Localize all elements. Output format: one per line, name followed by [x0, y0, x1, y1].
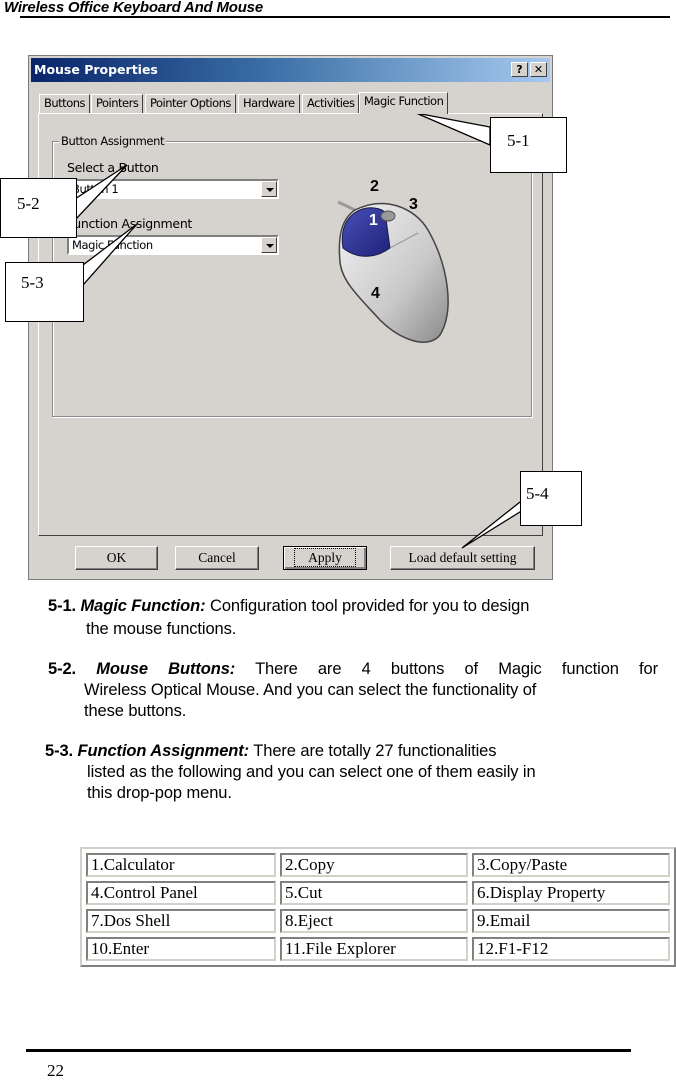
- mouse-button-number-3: 3: [409, 196, 418, 213]
- description-5-2: 5-2. Mouse Buttons: There are 4 buttons …: [48, 659, 663, 722]
- functions-table: 1.Calculator 2.Copy 3.Copy/Paste 4.Contr…: [80, 847, 676, 967]
- table-cell: 1.Calculator: [86, 853, 276, 877]
- document-header-title: Wireless Office Keyboard And Mouse: [4, 0, 263, 16]
- table-cell: 6.Display Property: [472, 881, 670, 905]
- desc-5-2-line2: Wireless Optical Mouse. And you can sele…: [84, 681, 537, 699]
- desc-5-2-term: Mouse Buttons:: [96, 660, 236, 678]
- callout-5-2: 5-2: [0, 178, 77, 238]
- header-rule: [20, 16, 670, 18]
- dialog-titlebar: Mouse Properties ? ✕: [31, 58, 550, 82]
- mouse-button-number-2: 2: [370, 178, 379, 195]
- callout-5-3: 5-3: [5, 262, 84, 322]
- desc-5-2-line3: these buttons.: [84, 702, 187, 720]
- mouse-scroll-wheel: [380, 210, 396, 222]
- desc-5-3-line2: listed as the following and you can sele…: [87, 763, 536, 781]
- table-row: 4.Control Panel 5.Cut 6.Display Property: [86, 881, 670, 905]
- chevron-down-icon[interactable]: [261, 181, 277, 197]
- table-cell: 10.Enter: [86, 937, 276, 961]
- mouse-button-number-4: 4: [371, 285, 380, 302]
- tab-activities[interactable]: Activities: [302, 94, 360, 113]
- table-cell: 9.Email: [472, 909, 670, 933]
- table-cell: 4.Control Panel: [86, 881, 276, 905]
- table-cell: 11.File Explorer: [280, 937, 468, 961]
- desc-5-1-term: Magic Function:: [80, 597, 206, 615]
- apply-button[interactable]: Apply: [283, 546, 367, 570]
- callout-5-1-label: 5-1: [507, 131, 530, 150]
- desc-5-3-num: 5-3.: [45, 742, 74, 760]
- mouse-button-number-1: 1: [369, 212, 378, 229]
- tab-pointer-options[interactable]: Pointer Options: [145, 94, 236, 113]
- table-cell: 3.Copy/Paste: [472, 853, 670, 877]
- table-cell: 2.Copy: [280, 853, 468, 877]
- desc-5-1-line1: Configuration tool provided for you to d…: [210, 597, 530, 615]
- table-cell: 5.Cut: [280, 881, 468, 905]
- desc-5-3-line1: There are totally 27 functionalities: [253, 742, 497, 760]
- tab-pointers[interactable]: Pointers: [91, 94, 144, 113]
- desc-5-1-line2: the mouse functions.: [86, 620, 237, 638]
- callout-5-3-label: 5-3: [21, 273, 44, 292]
- tab-magic-function[interactable]: Magic Function: [359, 92, 449, 114]
- select-button-dropdown[interactable]: Button 1: [67, 179, 279, 199]
- table-row: 1.Calculator 2.Copy 3.Copy/Paste: [86, 853, 670, 877]
- chevron-down-icon[interactable]: [261, 237, 277, 253]
- function-assignment-label: Function Assignment: [67, 216, 193, 231]
- function-assignment-value: Magic Function: [72, 238, 153, 252]
- apply-label: Apply: [294, 548, 356, 567]
- close-icon: ✕: [533, 63, 544, 76]
- table-cell: 12.F1-F12: [472, 937, 670, 961]
- callout-5-4: 5-4: [520, 471, 582, 526]
- desc-5-3-line3: this drop-pop menu.: [87, 784, 232, 802]
- table-row: 10.Enter 11.File Explorer 12.F1-F12: [86, 937, 670, 961]
- tab-buttons[interactable]: Buttons: [39, 94, 91, 113]
- callout-5-1: 5-1: [490, 117, 567, 173]
- help-icon: ?: [516, 63, 523, 76]
- group-label: Button Assignment: [59, 134, 167, 148]
- page-number: 22: [47, 1061, 64, 1080]
- mouse-properties-dialog: Mouse Properties ? ✕ Buttons Pointers Po…: [28, 55, 553, 580]
- desc-5-2-line1: There are 4 buttons of Magic function fo…: [255, 660, 659, 678]
- tab-panel: Button Assignment: [38, 113, 543, 536]
- select-button-value: Button 1: [72, 182, 119, 196]
- mouse-cable: [337, 200, 356, 212]
- ok-button[interactable]: OK: [75, 546, 158, 570]
- load-default-setting-button[interactable]: Load default setting: [390, 546, 535, 570]
- desc-5-1-num: 5-1.: [48, 597, 77, 615]
- close-button[interactable]: ✕: [530, 62, 547, 77]
- table-cell: 7.Dos Shell: [86, 909, 276, 933]
- mouse-illustration: [337, 200, 449, 343]
- desc-5-3-term: Function Assignment:: [77, 742, 250, 760]
- function-assignment-dropdown[interactable]: Magic Function: [67, 235, 279, 255]
- footer-rule: [26, 1049, 631, 1052]
- dialog-title: Mouse Properties: [34, 62, 158, 77]
- help-button[interactable]: ?: [511, 62, 528, 77]
- callout-5-2-label: 5-2: [17, 194, 40, 213]
- description-5-1: 5-1. Magic Function: Configuration tool …: [48, 596, 663, 640]
- desc-5-2-num: 5-2.: [48, 660, 77, 678]
- cancel-button[interactable]: Cancel: [175, 546, 259, 570]
- table-cell: 8.Eject: [280, 909, 468, 933]
- select-button-label: Select a Button: [67, 160, 159, 175]
- description-5-3: 5-3. Function Assignment: There are tota…: [45, 741, 660, 804]
- table-row: 7.Dos Shell 8.Eject 9.Email: [86, 909, 670, 933]
- tab-hardware[interactable]: Hardware: [238, 94, 300, 113]
- callout-5-4-label: 5-4: [526, 484, 549, 503]
